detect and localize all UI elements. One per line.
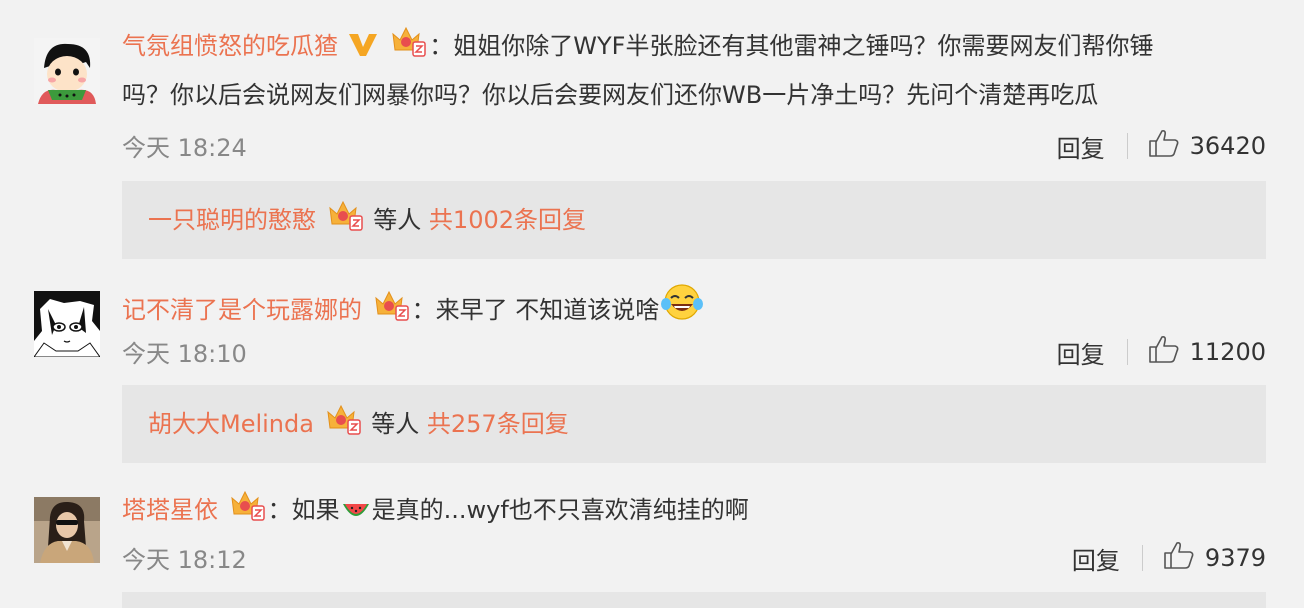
comment-text-continued: 是真的...wyf也不只喜欢清纯挂的啊	[371, 496, 749, 524]
comment-text-continued: 吗？你以后会说网友们网暴你吗？你以后会要网友们还你WB一片净土吗？先问个清楚再吃…	[122, 81, 1099, 109]
timestamp: 今天 18:10	[122, 340, 247, 368]
member-crown-icon	[228, 488, 266, 537]
username[interactable]: 塔塔星依	[122, 496, 218, 524]
comment-meta: 今天 18:10 回复 11200	[122, 334, 1266, 370]
comment-text: ：姐姐你除了WYF半张脸还有其他雷神之锤吗？你需要网友们帮你锤	[429, 32, 1154, 60]
reply-suffix: 等人	[373, 206, 422, 234]
cut-off-text	[34, 0, 42, 14]
member-crown-icon	[324, 389, 362, 467]
watermelon-emoji-icon	[342, 492, 370, 537]
like-button[interactable]: 36420	[1148, 128, 1266, 164]
timestamp: 今天 18:24	[122, 134, 247, 162]
comment-actions: 回复 9379	[1072, 540, 1266, 576]
like-count: 9379	[1204, 544, 1266, 572]
replies-preview[interactable]	[122, 592, 1266, 608]
reply-suffix: 等人	[371, 410, 420, 438]
replies-preview[interactable]: 一只聪明的憨憨 等人 共1002条回复	[122, 181, 1266, 259]
comment-text: ：来早了 不知道该说啥	[411, 296, 660, 324]
member-crown-icon	[372, 288, 410, 337]
comment-meta: 今天 18:12 回复 9379	[122, 540, 1266, 576]
reply-total-link[interactable]: 共1002条回复	[429, 206, 586, 234]
comment-actions: 回复 36420	[1057, 128, 1266, 164]
comment-feed: 气氛组愤怒的吃瓜猹 ：姐姐你除了WYF半张脸还有其他雷神之锤吗？你需要网友们帮你…	[0, 0, 1304, 608]
thumbs-up-icon	[1148, 128, 1180, 164]
thumbs-up-icon	[1148, 334, 1180, 370]
like-count: 36420	[1189, 132, 1266, 160]
avatar[interactable]	[34, 291, 100, 357]
like-button[interactable]: 11200	[1148, 334, 1266, 370]
divider	[1126, 133, 1128, 159]
like-count: 11200	[1189, 338, 1266, 366]
reply-button[interactable]: 回复	[1057, 129, 1105, 164]
reply-username[interactable]: 一只聪明的憨憨	[148, 206, 316, 234]
comment-actions: 回复 11200	[1057, 334, 1266, 370]
username[interactable]: 气氛组愤怒的吃瓜猹	[122, 32, 338, 60]
comment-text: ：如果	[267, 496, 340, 524]
member-crown-icon	[326, 185, 364, 263]
laughing-crying-emoji-icon	[661, 282, 704, 337]
divider	[1141, 545, 1143, 571]
reply-button[interactable]: 回复	[1072, 541, 1120, 576]
timestamp: 今天 18:12	[122, 546, 247, 574]
avatar[interactable]	[34, 38, 100, 104]
replies-preview[interactable]: 胡大大Melinda 等人 共257条回复	[122, 385, 1266, 463]
username[interactable]: 记不清了是个玩露娜的	[122, 296, 362, 324]
comment-body: 记不清了是个玩露娜的 ：来早了 不知道该说啥	[122, 282, 1266, 337]
reply-username[interactable]: 胡大大Melinda	[148, 410, 314, 438]
divider	[1126, 339, 1128, 365]
comment-body: 塔塔星依 ：如果 是真的...wyf也不只喜欢清纯挂的啊	[122, 488, 1266, 537]
avatar[interactable]	[34, 497, 100, 563]
reply-total-link[interactable]: 共257条回复	[427, 410, 569, 438]
comment-meta: 今天 18:24 回复 36420	[122, 128, 1266, 164]
reply-button[interactable]: 回复	[1057, 335, 1105, 370]
like-button[interactable]: 9379	[1163, 540, 1266, 576]
member-crown-icon	[389, 24, 427, 73]
verified-v-icon	[348, 28, 378, 73]
thumbs-up-icon	[1163, 540, 1195, 576]
comment-body: 气氛组愤怒的吃瓜猹 ：姐姐你除了WYF半张脸还有其他雷神之锤吗？你需要网友们帮你…	[122, 24, 1266, 118]
